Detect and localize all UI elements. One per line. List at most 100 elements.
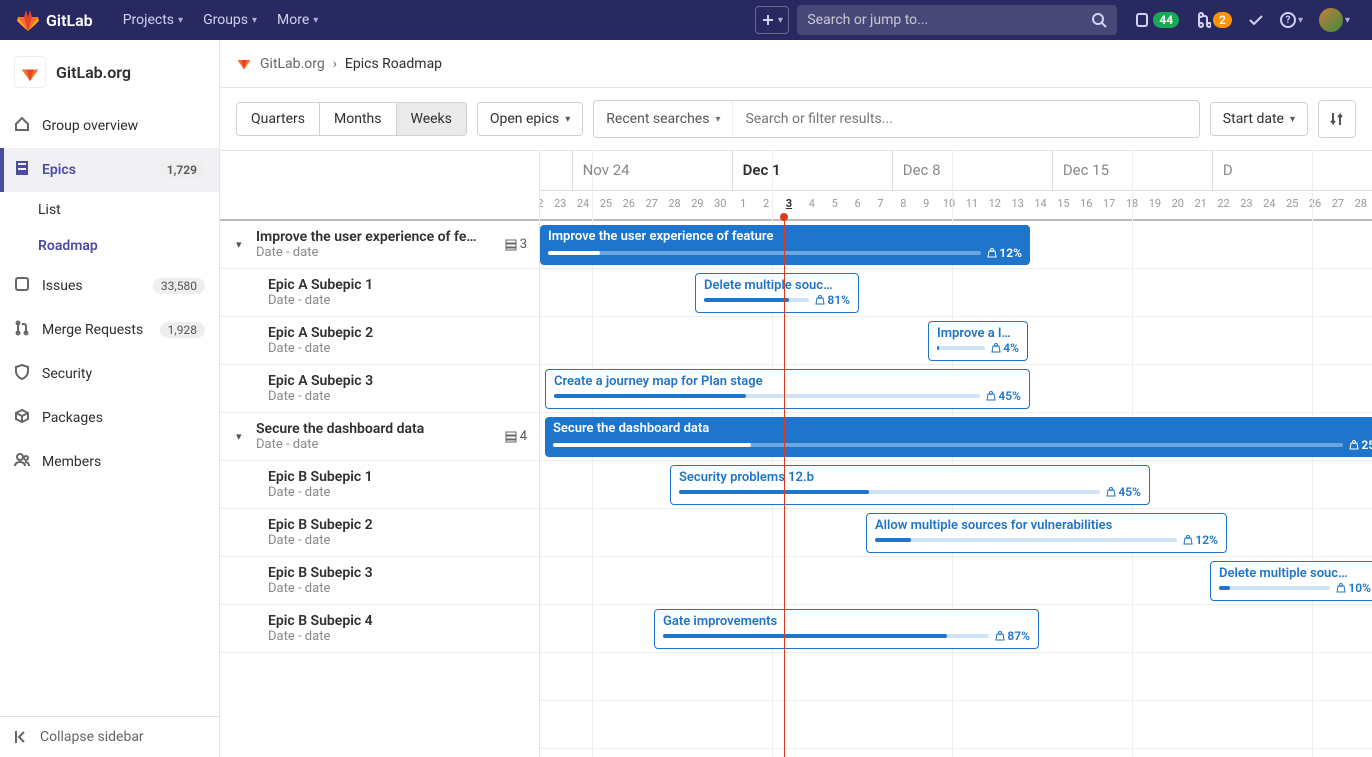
epic-row[interactable]: Epic B Subepic 1 Date - date — [220, 461, 539, 509]
epic-bar[interactable]: Improve a l… 4% — [928, 321, 1028, 361]
gitlab-logo[interactable]: GitLab — [16, 8, 93, 32]
epic-row[interactable]: ▾ Improve the user experience of fe… Dat… — [220, 221, 539, 269]
epic-row[interactable]: Epic A Subepic 1 Date - date — [220, 269, 539, 317]
epic-name: Epic B Subepic 2 — [268, 517, 527, 533]
epic-row[interactable]: ▾ Secure the dashboard data Date - date … — [220, 413, 539, 461]
day-header: 10 — [938, 191, 961, 221]
bar-title: Allow multiple sources for vulnerabiliti… — [875, 518, 1218, 533]
timeline-row: Delete multiple souc… 81% — [540, 269, 1372, 317]
day-header: 7 — [869, 191, 892, 221]
day-header: 12 — [983, 191, 1006, 221]
epic-dates: Date - date — [268, 581, 527, 596]
bar-title: Improve a l… — [937, 326, 1019, 341]
nav-groups[interactable]: Groups▾ — [193, 4, 267, 36]
progress-bar — [553, 443, 1343, 447]
avatar — [1319, 8, 1343, 32]
epic-bar[interactable]: Create a journey map for Plan stage 45% — [545, 369, 1030, 409]
sidebar-subitem-roadmap[interactable]: Roadmap — [0, 228, 219, 264]
day-header: 2 — [755, 191, 778, 221]
weight-icon — [1183, 535, 1193, 545]
question-icon: ? — [1280, 12, 1296, 28]
day-header: 5 — [823, 191, 846, 221]
epic-name: Secure the dashboard data — [256, 421, 505, 437]
sidebar-item-members[interactable]: Members — [0, 440, 219, 484]
help-menu[interactable]: ? ▾ — [1274, 6, 1309, 34]
group-avatar — [14, 56, 46, 88]
sidebar-item-packages[interactable]: Packages — [0, 396, 219, 440]
epic-bar[interactable]: Allow multiple sources for vulnerabiliti… — [866, 513, 1227, 553]
sidebar-item-label: Epics — [42, 162, 76, 178]
sidebar-item-label: Merge Requests — [42, 322, 143, 338]
day-header: 8 — [892, 191, 915, 221]
epic-bar[interactable]: Secure the dashboard data 25% — [545, 417, 1372, 457]
user-menu[interactable]: ▾ — [1313, 6, 1356, 34]
create-new-button[interactable]: ▾ — [755, 6, 789, 34]
timeline[interactable]: 7Nov 24Dec 1Dec 8Dec 15D 171819202122232… — [540, 151, 1372, 757]
chevron-down-icon[interactable]: ▾ — [236, 238, 250, 251]
timeline-row: Gate improvements 87% — [540, 605, 1372, 653]
day-header: 16 — [1075, 191, 1098, 221]
epic-row[interactable]: Epic A Subepic 2 Date - date — [220, 317, 539, 365]
epic-dates: Date - date — [268, 293, 527, 308]
issues-count-badge: 44 — [1153, 12, 1179, 28]
epic-bar[interactable]: Gate improvements 87% — [654, 609, 1039, 649]
sidebar-item-merge-requests[interactable]: Merge Requests 1,928 — [0, 308, 219, 352]
day-header: 6 — [846, 191, 869, 221]
sidebar-item-label: Security — [42, 366, 92, 382]
day-header: 21 — [1189, 191, 1212, 221]
sidebar-item-epics[interactable]: Epics 1,729 — [0, 148, 219, 192]
day-header: 9 — [915, 191, 938, 221]
group-header[interactable]: GitLab.org — [0, 40, 219, 104]
week-header: 7 — [540, 151, 572, 190]
epic-dates: Date - date — [268, 533, 527, 548]
period-months[interactable]: Months — [319, 103, 395, 135]
day-header: 13 — [1006, 191, 1029, 221]
epic-dates: Date - date — [268, 629, 527, 644]
nav-projects[interactable]: Projects▾ — [113, 4, 193, 36]
sort-direction-button[interactable] — [1318, 100, 1356, 138]
epic-row[interactable]: Epic A Subepic 3 Date - date — [220, 365, 539, 413]
epic-dates: Date - date — [268, 389, 527, 404]
home-icon — [14, 116, 30, 136]
epic-bar[interactable]: Delete multiple souc… 81% — [695, 273, 859, 313]
day-header: 17 — [1098, 191, 1121, 221]
breadcrumb-group[interactable]: GitLab.org — [260, 56, 325, 72]
sidebar-item-security[interactable]: Security — [0, 352, 219, 396]
roadmap-toolbar: QuartersMonthsWeeks Open epics▾ Recent s… — [220, 88, 1372, 151]
epic-row[interactable]: Epic B Subepic 4 Date - date — [220, 605, 539, 653]
progress-bar — [554, 394, 980, 398]
nav-more[interactable]: More▾ — [267, 4, 328, 36]
sort-dropdown[interactable]: Start date▾ — [1210, 102, 1308, 136]
weight-icon — [995, 631, 1005, 641]
progress-bar — [548, 251, 981, 255]
epic-bar[interactable]: Delete multiple souc… 10% — [1210, 561, 1372, 601]
count-badge: 1,729 — [159, 162, 205, 178]
sidebar-item-label: Members — [42, 454, 101, 470]
sidebar-item-group-overview[interactable]: Group overview — [0, 104, 219, 148]
global-search[interactable] — [797, 5, 1117, 35]
epic-bar[interactable]: Security problems 12.b 45% — [670, 465, 1150, 505]
progress-bar — [937, 346, 985, 350]
todos-shortcut[interactable] — [1242, 6, 1270, 34]
mr-shortcut[interactable]: 2 — [1189, 6, 1238, 34]
epic-row[interactable]: Epic B Subepic 2 Date - date — [220, 509, 539, 557]
top-nav: GitLab Projects▾ Groups▾ More▾ ▾ 44 2 ? … — [0, 0, 1372, 40]
day-header: 26 — [617, 191, 640, 221]
epic-state-dropdown[interactable]: Open epics▾ — [477, 102, 583, 136]
period-weeks[interactable]: Weeks — [396, 103, 466, 135]
search-icon — [1091, 12, 1107, 28]
recent-searches-dropdown[interactable]: Recent searches▾ — [594, 101, 733, 137]
sidebar-item-issues[interactable]: Issues 33,580 — [0, 264, 219, 308]
filter-input[interactable] — [733, 111, 1198, 127]
search-input[interactable] — [807, 12, 1091, 28]
collapse-sidebar[interactable]: Collapse sidebar — [0, 716, 219, 757]
period-quarters[interactable]: Quarters — [237, 103, 319, 135]
week-header: Dec 8 — [892, 151, 1052, 190]
epic-row[interactable]: Epic B Subepic 3 Date - date — [220, 557, 539, 605]
weight-icon — [1349, 440, 1359, 450]
chevron-down-icon[interactable]: ▾ — [236, 430, 250, 443]
sidebar-subitem-list[interactable]: List — [0, 192, 219, 228]
week-header: Dec 1 — [732, 151, 892, 190]
issues-shortcut[interactable]: 44 — [1129, 6, 1185, 34]
epic-dates: Date - date — [256, 437, 505, 452]
